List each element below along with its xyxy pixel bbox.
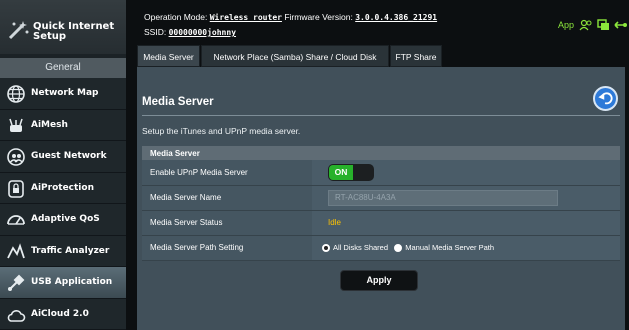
sidebar-item-label: AiMesh [31,119,68,130]
enable-upnp-label: Enable UPnP Media Server [142,160,312,186]
operation-mode-line: Operation Mode: Wireless router Firmware… [144,12,437,22]
quick-setup-label: Quick Internet Setup [33,21,115,42]
toggle-on-label: ON [329,164,353,180]
ssid-line: SSID: 00000000johnny [144,27,236,37]
sidebar-item-label: Adaptive QoS [31,214,100,224]
media-server-name-label: Media Server Name [142,185,312,211]
ssid-value: 00000000johnny [168,28,237,37]
radio-all-disks[interactable] [322,243,330,252]
media-server-name-input[interactable] [328,189,558,206]
tab-media-server[interactable]: Media Server [137,45,200,67]
section-general-label: General [0,58,126,78]
users-icon[interactable] [579,19,593,31]
firmware-link[interactable]: 3.0.0.4.386_21291 [355,13,437,22]
sidebar-item-label: AiProtection [31,182,94,193]
sidebar-item-aiprotection[interactable]: AiProtection [0,172,126,204]
sidebar-item-aicloud[interactable]: AiCloud 2.0 [0,298,126,330]
section-header: Media Server [142,146,620,160]
media-server-panel: Media Server Setup the iTunes and UPnP m… [137,67,625,330]
sidebar-item-label: Traffic Analyzer [31,245,110,256]
sidebar-item-label: USB Application [31,277,113,287]
apply-button[interactable]: Apply [340,270,418,291]
back-arrow-icon[interactable] [593,86,618,111]
app-link[interactable]: App [558,20,574,30]
lock-shield-icon [8,179,24,198]
quick-internet-setup[interactable]: Quick Internet Setup [0,0,126,54]
sidebar-nav: Network Map AiMesh Guest Network AiProte… [0,78,126,330]
network-status-icon[interactable] [613,19,627,31]
guest-network-icon [7,148,25,166]
media-server-status-label: Media Server Status [142,210,312,236]
sidebar-item-adaptive-qos[interactable]: Adaptive QoS [0,204,126,236]
media-server-settings-table: Media Server Enable UPnP Media Server ON… [142,146,620,261]
op-mode-label: Operation Mode: [144,12,208,22]
firmware-label: Firmware Version: [284,12,353,22]
usb-puzzle-icon [8,274,25,291]
sidebar-item-network-map[interactable]: Network Map [0,78,126,110]
table-row: Media Server Path Setting All Disks Shar… [142,235,620,261]
enable-upnp-toggle[interactable]: ON [328,163,374,181]
sidebar: Quick Internet Setup General Network Map… [0,0,126,330]
sidebar-item-guest-network[interactable]: Guest Network [0,141,126,173]
ssid-label: SSID: [144,27,167,37]
sidebar-item-usb-application[interactable]: USB Application [0,267,126,299]
page-description: Setup the iTunes and UPnP media server. [142,126,301,136]
sidebar-item-label: Network Map [31,88,99,98]
status-value: Idle [328,218,341,227]
radio-all-disks-label: All Disks Shared [333,243,389,253]
gauge-icon [7,215,25,225]
sidebar-item-label: Guest Network [31,151,107,161]
radio-manual-path[interactable] [394,243,403,252]
sidebar-item-traffic-analyzer[interactable]: Traffic Analyzer [0,235,126,267]
table-row: Enable UPnP Media Server ON [142,160,620,186]
cloud-icon [7,309,26,322]
globe-icon [7,85,25,103]
magic-wand-icon [8,21,29,40]
sidebar-item-label: AiCloud 2.0 [31,308,89,319]
page-title: Media Server [142,96,214,108]
title-divider [142,115,620,116]
sidebar-item-aimesh[interactable]: AiMesh [0,109,126,141]
tab-network-place-share[interactable]: Network Place (Samba) Share / Cloud Disk [201,45,389,67]
traffic-graph-icon [7,242,25,258]
table-row: Media Server Status Idle [142,210,620,236]
tab-ftp-share[interactable]: FTP Share [390,45,442,67]
mesh-router-icon [9,118,23,132]
radio-manual-path-label: Manual Media Server Path [405,243,495,253]
table-row: Media Server Name [142,185,620,211]
usb-status-icon[interactable] [596,19,610,31]
op-mode-link[interactable]: Wireless router [210,13,282,22]
top-header: Operation Mode: Wireless router Firmware… [126,0,629,45]
path-setting-label: Media Server Path Setting [142,235,312,261]
